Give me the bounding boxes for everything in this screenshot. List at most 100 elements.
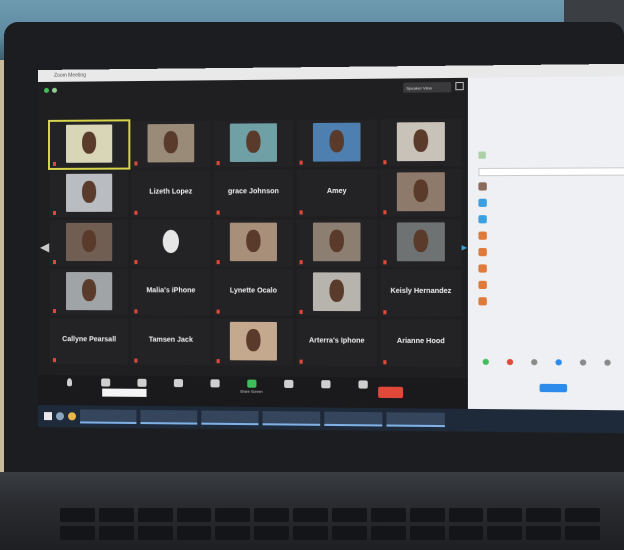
participant-list-item[interactable] [478, 211, 624, 228]
keyboard-key [370, 508, 406, 522]
participant-search-input[interactable] [478, 167, 624, 177]
participant-face [82, 229, 97, 253]
participant-avatar [478, 198, 487, 207]
participant-list-item[interactable] [478, 277, 624, 294]
reaction-button[interactable] [600, 359, 615, 368]
participant-tile[interactable]: Arianne Hood [380, 319, 462, 367]
participant-face [413, 129, 429, 153]
keyboard-key [254, 508, 290, 522]
end-meeting-button[interactable] [378, 386, 404, 399]
participant-face [246, 328, 261, 352]
panel-title [468, 83, 624, 85]
participant-display-name: Tamsen Jack [148, 336, 193, 345]
taskbar-window-item[interactable] [386, 412, 445, 428]
panel-action-button[interactable] [539, 383, 568, 393]
taskbar-window-item[interactable] [80, 409, 137, 424]
muted-mic-icon [52, 309, 56, 314]
taskbar-window-item[interactable] [201, 410, 259, 426]
participant-list-item[interactable] [478, 227, 624, 244]
keyboard-key [98, 508, 134, 522]
reactions-button[interactable] [310, 380, 341, 405]
participant-tile[interactable]: Lizeth Lopez [131, 170, 211, 217]
participant-avatar [478, 297, 487, 306]
participant-tile[interactable]: Keisly Hernandez [380, 269, 462, 317]
participant-video [65, 222, 113, 262]
participant-tile[interactable] [131, 219, 211, 267]
participant-list-item[interactable] [478, 244, 624, 261]
participant-tile[interactable] [213, 318, 294, 366]
keyboard-key [332, 526, 367, 540]
keyboard-key [409, 508, 445, 522]
reaction-icon [579, 359, 587, 366]
participant-avatar [478, 247, 487, 257]
taskbar-window-item[interactable] [140, 409, 198, 425]
participant-tile[interactable] [380, 219, 462, 267]
connection-icon[interactable] [51, 87, 57, 93]
participant-video [147, 123, 195, 163]
participant-tile[interactable]: grace Johnson [213, 169, 294, 217]
participant-tile[interactable] [49, 170, 129, 217]
muted-mic-icon [134, 358, 138, 363]
participant-list-item[interactable] [478, 293, 624, 310]
taskbar-window-item[interactable] [262, 411, 321, 426]
speaker-view-button[interactable]: Speaker View [403, 82, 452, 93]
security-shield-icon[interactable] [43, 87, 49, 93]
keyboard-key [254, 526, 290, 540]
participant-tile[interactable] [131, 120, 211, 168]
reaction-button[interactable] [527, 359, 542, 367]
participant-tile[interactable]: Lynette Ocalo [213, 269, 294, 316]
chat-button[interactable] [199, 379, 230, 403]
participant-tile[interactable]: Tamsen Jack [131, 318, 211, 366]
reaction-button[interactable] [576, 359, 591, 367]
participant-list-item[interactable] [478, 194, 624, 211]
participant-tile[interactable]: Callyne Pearsall [49, 318, 129, 365]
file-explorer-icon[interactable] [68, 412, 77, 421]
participant-display-name: Amey [326, 188, 347, 196]
participant-tile[interactable]: Malia's iPhone [131, 269, 211, 316]
reaction-icon [604, 359, 611, 366]
reaction-button[interactable] [503, 358, 518, 367]
participant-tile[interactable] [380, 118, 462, 167]
muted-mic-icon [52, 210, 56, 215]
participant-tile[interactable] [296, 219, 378, 267]
participant-avatar [478, 231, 487, 240]
participant-video [396, 171, 446, 212]
participant-list-item[interactable] [478, 178, 624, 195]
participants-button[interactable] [163, 379, 193, 403]
participant-face [329, 229, 344, 253]
participant-tile[interactable] [47, 119, 131, 170]
muted-mic-icon [52, 358, 56, 363]
keyboard-key [98, 526, 134, 540]
fullscreen-icon[interactable] [455, 81, 464, 91]
share-screen-button[interactable]: Share Screen [236, 379, 267, 404]
reaction-row [478, 358, 624, 368]
reaction-button[interactable] [551, 359, 566, 367]
taskbar-window-item[interactable] [324, 411, 383, 427]
key-row-2 [60, 526, 601, 540]
participant-tile[interactable] [296, 119, 378, 167]
participant-tile[interactable] [380, 169, 462, 217]
record-button[interactable] [273, 379, 304, 405]
participant-list-item[interactable] [478, 260, 624, 277]
keyboard-key [215, 508, 251, 522]
reaction-button[interactable] [478, 358, 493, 367]
mute-button[interactable] [54, 378, 84, 402]
more-button[interactable] [347, 380, 378, 405]
participant-tile[interactable]: Amey [296, 169, 378, 217]
participant-video [65, 124, 113, 164]
search-icon[interactable] [55, 412, 65, 421]
participant-video [65, 173, 113, 213]
muted-mic-icon [52, 260, 56, 265]
participant-tile[interactable]: Arterra's Iphone [296, 319, 378, 367]
participant-tile[interactable] [49, 269, 129, 316]
prev-page-arrow-icon[interactable]: ◀ [40, 240, 49, 254]
waiting-participant[interactable] [478, 151, 624, 162]
participant-tile[interactable] [213, 219, 294, 267]
participant-tile[interactable] [213, 120, 294, 168]
participant-tile[interactable] [296, 269, 378, 317]
windows-start-icon[interactable] [43, 412, 52, 421]
participant-display-name: Arianne Hood [396, 338, 445, 346]
participant-tile[interactable] [49, 219, 129, 267]
participant-display-name: Lizeth Lopez [149, 188, 193, 197]
keyboard-key [176, 508, 212, 522]
